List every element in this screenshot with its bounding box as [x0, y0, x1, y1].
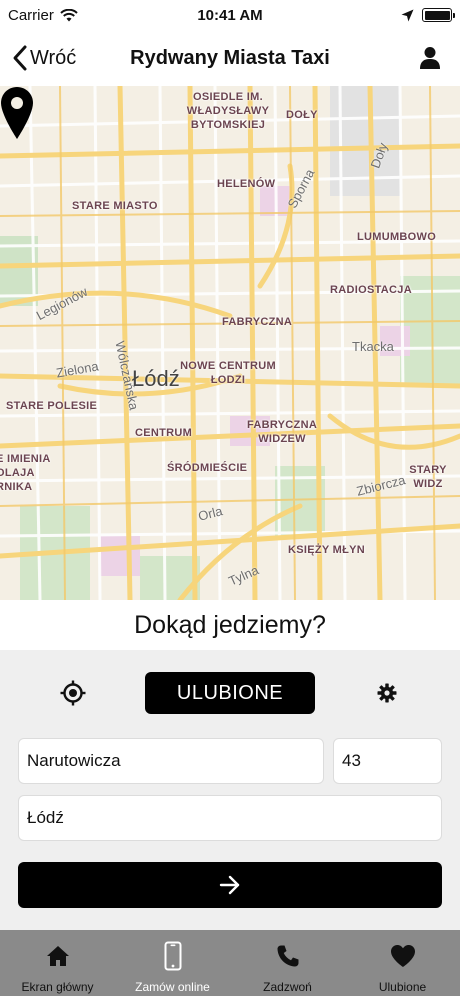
phone-call-icon: [277, 945, 298, 967]
address-panel: ULUBIONE: [0, 650, 460, 930]
map-district-label: FABRYCZNA WIDZEW: [246, 419, 318, 445]
heart-icon: [390, 945, 415, 967]
map-district-label: RADIOSTACJA: [330, 284, 412, 296]
house-number-input[interactable]: [333, 738, 442, 784]
carrier-name: Carrier: [8, 6, 54, 24]
favorites-button[interactable]: ULUBIONE: [145, 672, 315, 714]
current-location-button[interactable]: [56, 676, 90, 710]
city-input[interactable]: [18, 795, 442, 841]
map-city-label: Łódź: [132, 366, 180, 391]
tab-order-online[interactable]: Zamów online: [115, 930, 230, 996]
map-district-label: STARE MIASTO: [72, 200, 158, 212]
gear-icon: [377, 683, 397, 703]
tab-label: Zadzwoń: [263, 980, 312, 994]
map-district-label: ŚRÓDMIEŚCIE: [167, 462, 248, 474]
map-street-label: Tkacka: [352, 339, 394, 354]
map-district-label: HELENÓW: [217, 178, 276, 190]
map-district-label: CENTRUM: [135, 427, 193, 439]
tab-home[interactable]: Ekran główny: [0, 930, 115, 996]
battery-icon: [422, 8, 455, 22]
location-arrow-icon: [401, 9, 414, 21]
carrier-info: Carrier: [8, 7, 78, 24]
home-icon: [46, 946, 69, 966]
phone-device-icon: [164, 941, 181, 971]
chevron-left-icon: [13, 45, 27, 71]
submit-arrow-button[interactable]: [18, 862, 442, 908]
map-district-label: STARE POLESIE: [6, 400, 98, 412]
map-district-label: DOŁY: [286, 109, 318, 121]
map-district-label: NOWE CENTRUM ŁODZI: [180, 360, 276, 386]
tab-favorites[interactable]: Ulubione: [345, 930, 460, 996]
status-bar: Carrier 10:41 AM: [0, 0, 460, 30]
map-district-label: OSIEDLE IM. WŁADYSŁAWY BYTOMSKIEJ: [186, 91, 270, 131]
nav-bar: Wróć Rydwany Miasta Taxi: [0, 30, 460, 86]
map-pin-icon[interactable]: [0, 86, 34, 140]
tab-call[interactable]: Zadzwoń: [230, 930, 345, 996]
tab-bar: Ekran główny Zamów online Zadzwoń Ulubio…: [0, 930, 460, 996]
user-icon: [420, 47, 440, 69]
tab-label: Ulubione: [378, 980, 427, 994]
map-view[interactable]: OSIEDLE IM. WŁADYSŁAWY BYTOMSKIEJ DOŁY H…: [0, 86, 460, 600]
map-district-label: KSIĘŻY MŁYN: [288, 544, 366, 556]
map-district-label: FABRYCZNA: [222, 316, 293, 328]
arrow-right-icon: [219, 875, 240, 895]
tab-label: Ekran główny: [21, 980, 94, 994]
back-button[interactable]: Wróć: [0, 30, 76, 86]
settings-button[interactable]: [372, 678, 402, 708]
crosshair-icon: [60, 680, 86, 706]
map-district-label: LUMUMBOWO: [357, 231, 437, 243]
tab-label: Zamów online: [135, 980, 210, 994]
destination-question: Dokąd jedziemy?: [0, 600, 460, 650]
wifi-icon: [60, 8, 78, 21]
map-district-label: E IMIENIA OLAJA RNIKA: [0, 453, 51, 493]
profile-button[interactable]: [414, 42, 446, 74]
street-input[interactable]: [18, 738, 324, 784]
back-label: Wróć: [30, 46, 77, 69]
